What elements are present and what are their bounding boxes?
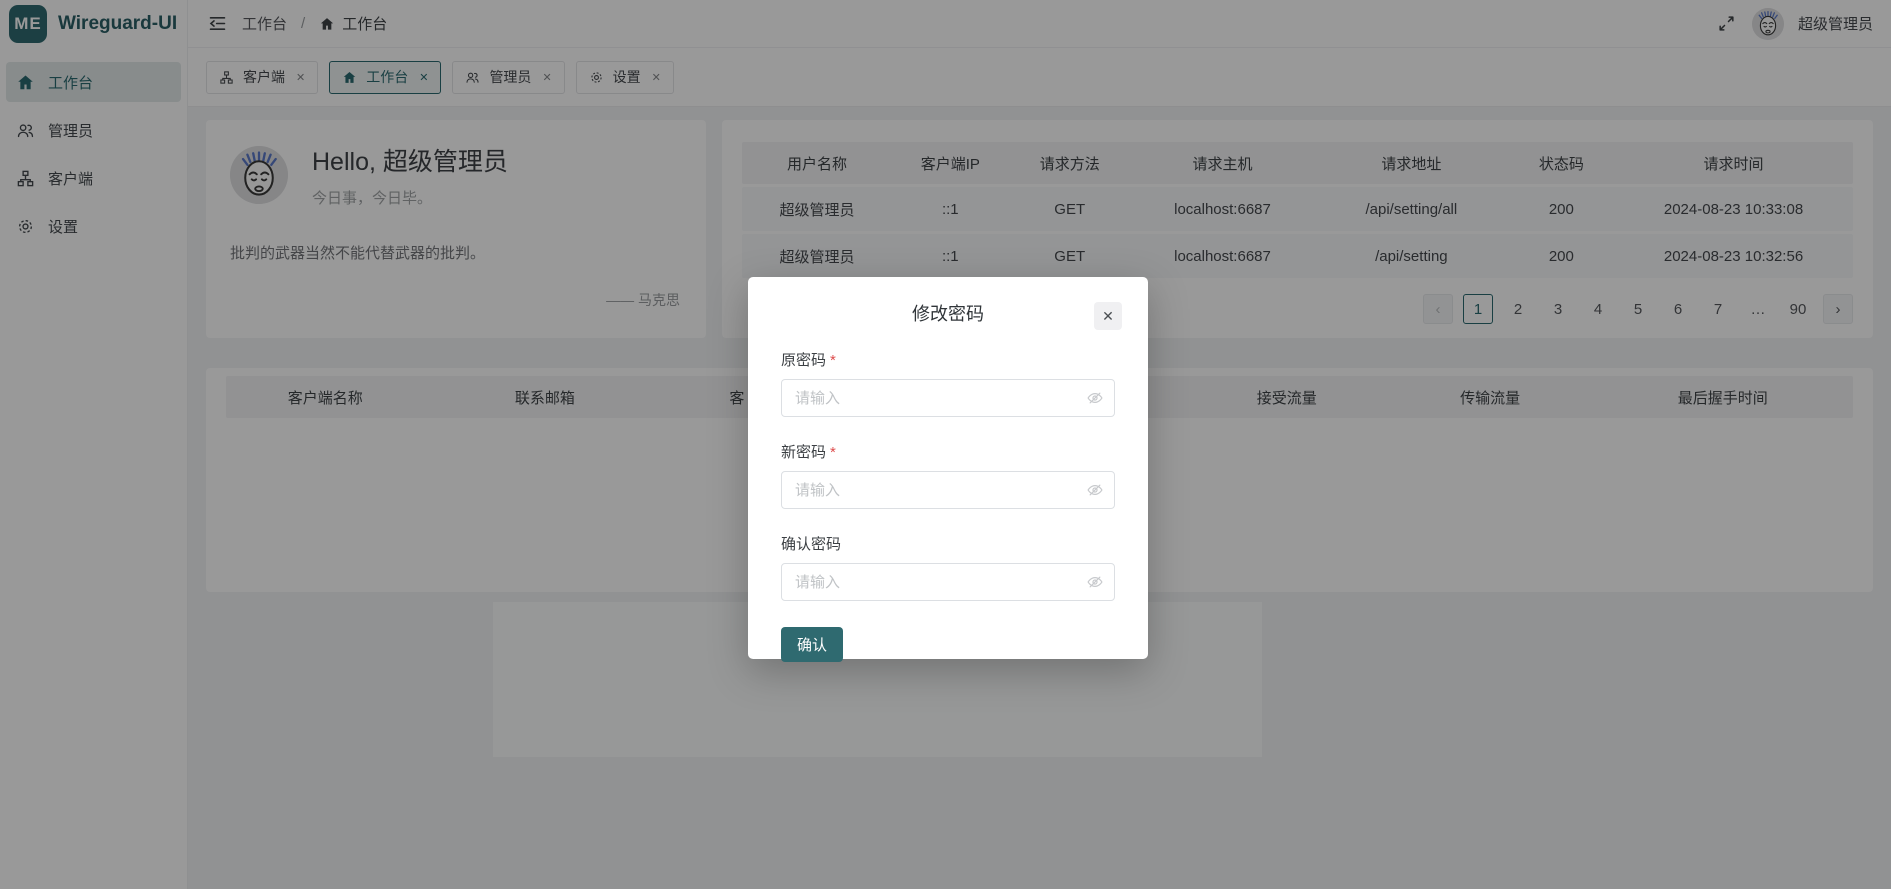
- old-password-field-group: 原密码*: [781, 349, 1115, 417]
- required-asterisk: *: [830, 444, 836, 461]
- field-label: 原密码*: [781, 349, 1115, 370]
- confirm-password-field-group: 确认密码: [781, 533, 1115, 601]
- new-password-input[interactable]: [781, 471, 1115, 509]
- modal-title: 修改密码: [781, 303, 1115, 325]
- field-label: 新密码*: [781, 441, 1115, 462]
- confirm-password-input[interactable]: [781, 563, 1115, 601]
- wireguard-ui-app: ME Wireguard-UI 工作台 管理员 客户端 设置: [0, 0, 1891, 889]
- confirm-button[interactable]: 确认: [781, 627, 843, 662]
- eye-off-icon[interactable]: [1086, 389, 1104, 407]
- eye-off-icon[interactable]: [1086, 481, 1104, 499]
- field-label: 确认密码: [781, 533, 1115, 554]
- new-password-field-group: 新密码*: [781, 441, 1115, 509]
- new-password-label: 新密码: [781, 444, 826, 461]
- close-icon[interactable]: ✕: [1094, 302, 1122, 330]
- required-asterisk: *: [830, 352, 836, 369]
- old-password-label: 原密码: [781, 352, 826, 369]
- eye-off-icon[interactable]: [1086, 573, 1104, 591]
- old-password-input[interactable]: [781, 379, 1115, 417]
- change-password-modal: 修改密码 ✕ 原密码* 新密码* 确认密码: [748, 277, 1148, 659]
- confirm-password-label: 确认密码: [781, 536, 841, 553]
